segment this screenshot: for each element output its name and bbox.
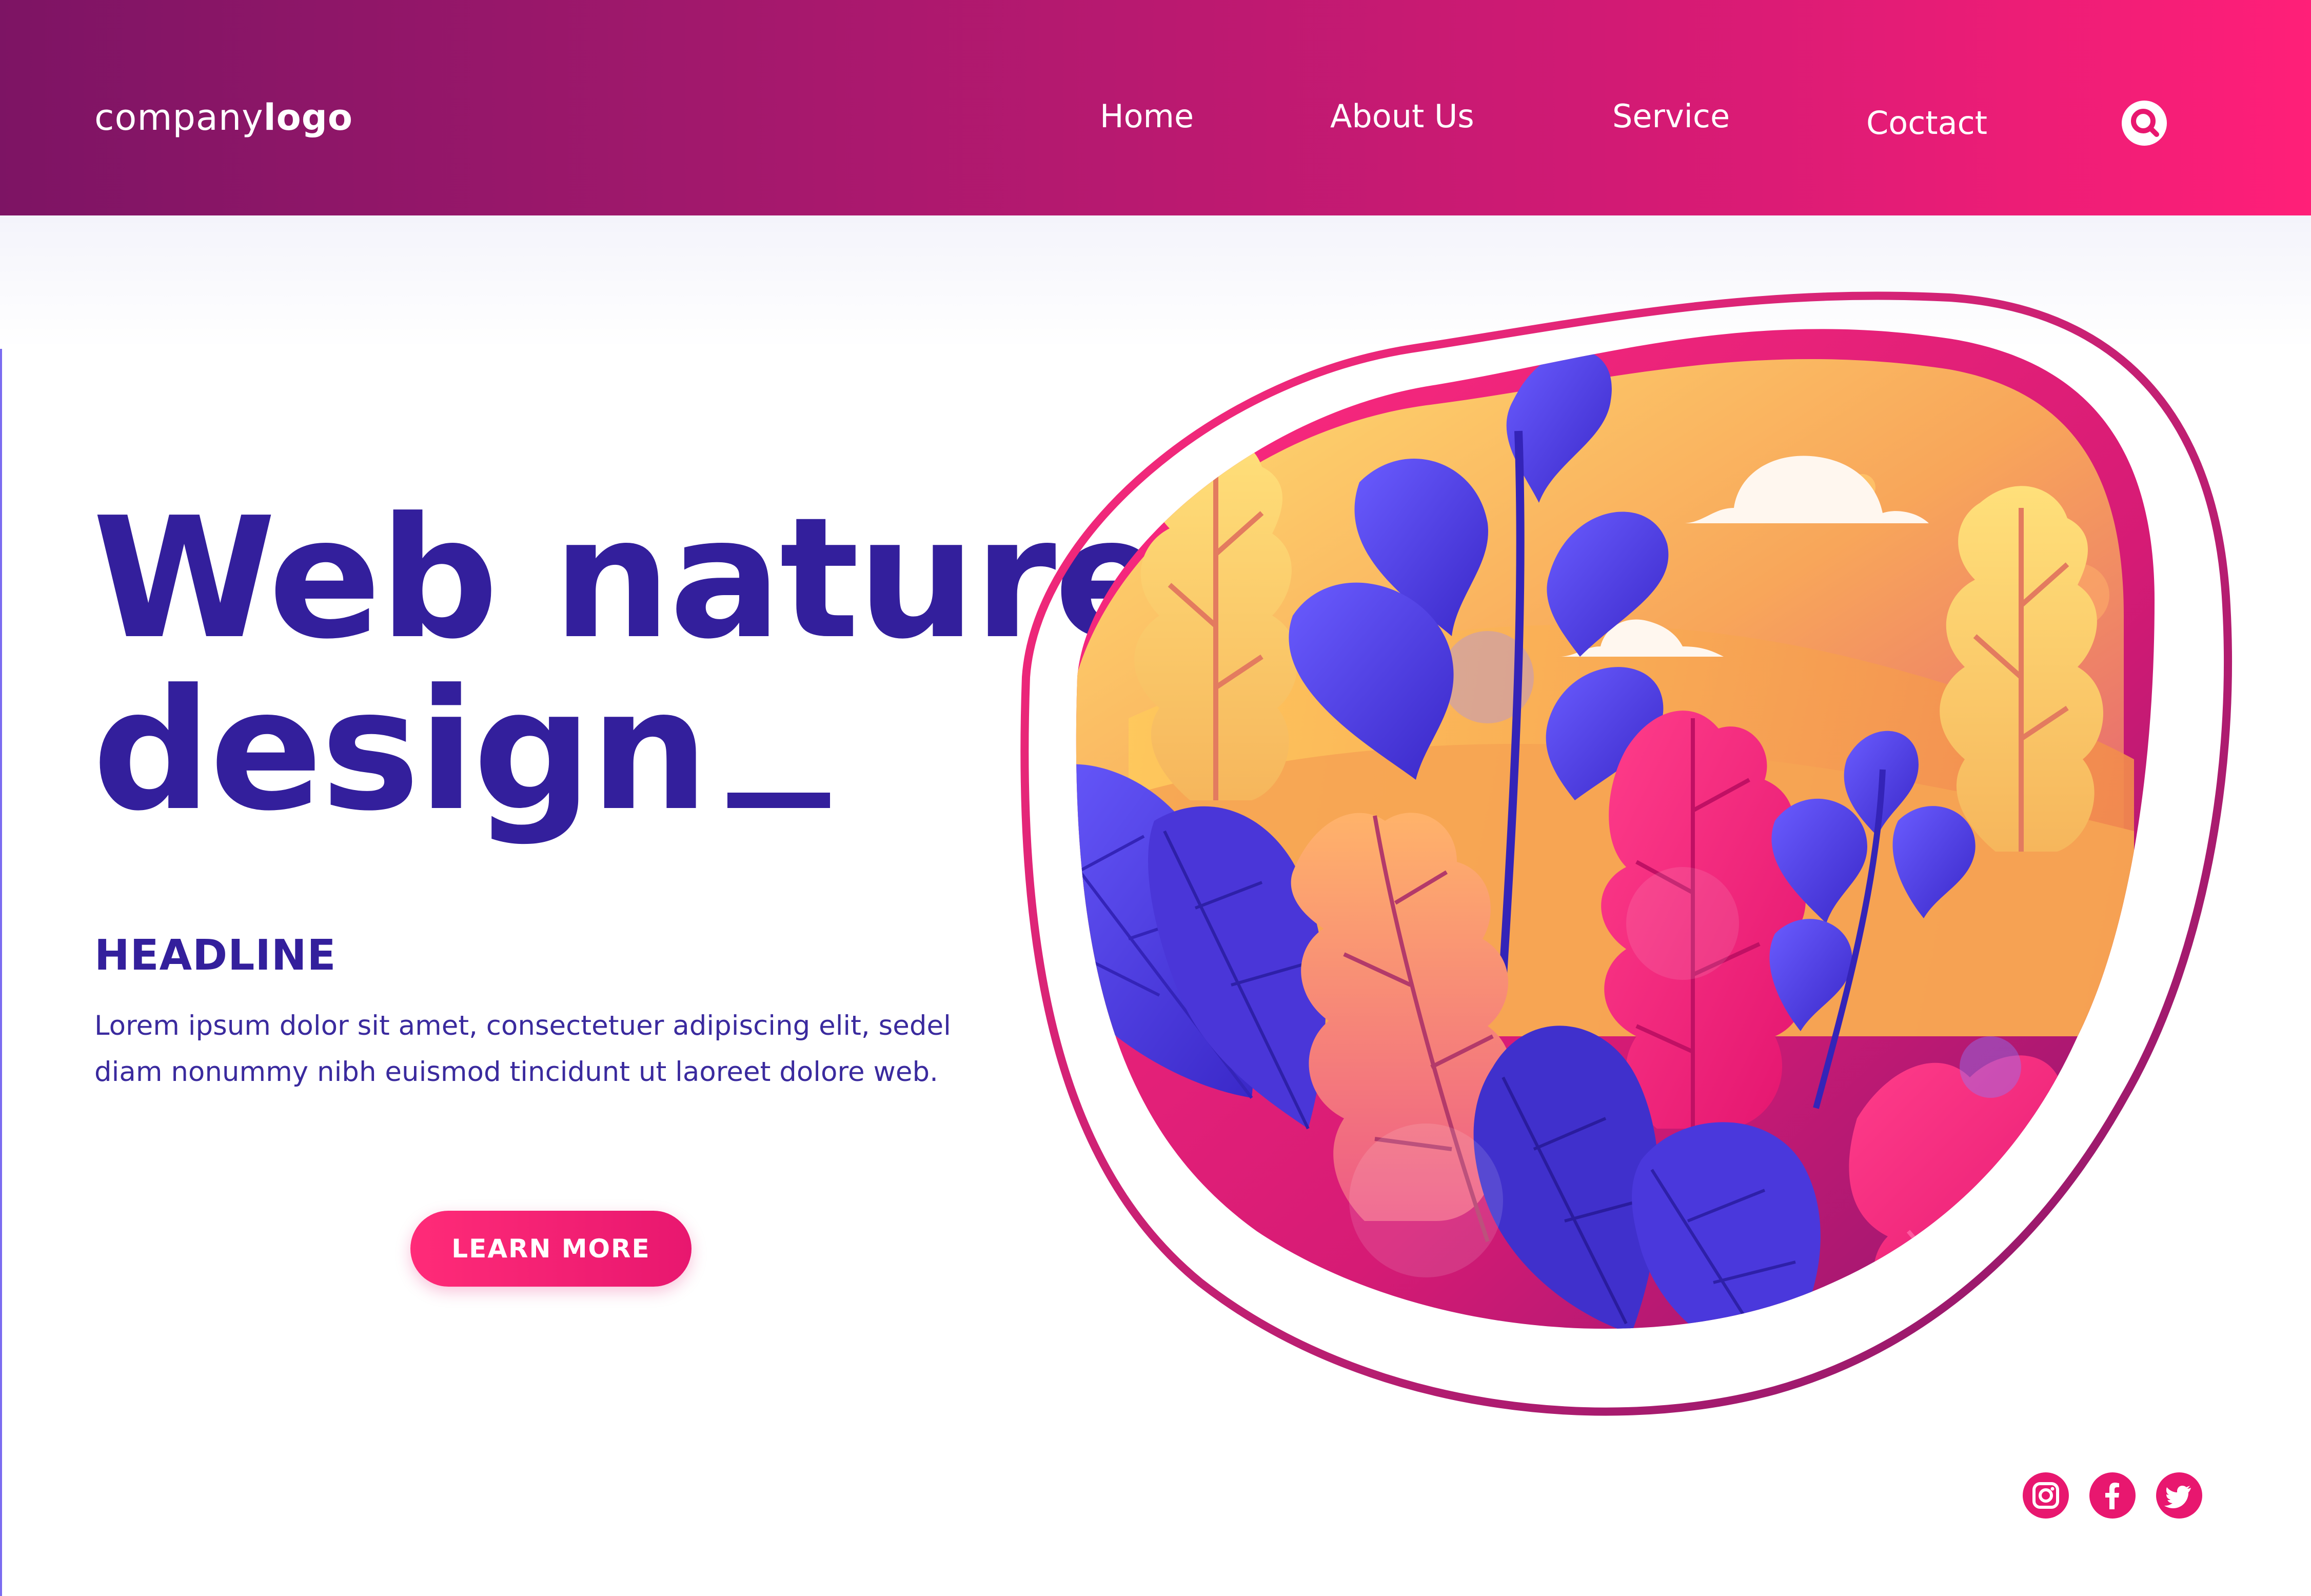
facebook-button[interactable] — [2089, 1472, 2136, 1519]
leaf-icon — [1940, 486, 2103, 852]
logo-regular-text: company — [94, 96, 264, 139]
twitter-button[interactable] — [2156, 1472, 2202, 1519]
logo-bold-text: logo — [263, 96, 353, 139]
nav-link-about-us[interactable]: About Us — [1330, 97, 1474, 135]
learn-more-button[interactable]: LEARN MORE — [410, 1211, 692, 1287]
leaf-icon — [1134, 435, 1298, 800]
hero-description-line-2: diam nonummy nibh euismod tincidunt ut l… — [94, 1056, 938, 1088]
hero-title-word: design — [92, 653, 709, 848]
landing-page: companylogo Home About Us Service Coctac… — [0, 0, 2311, 1596]
leaf-icon — [1849, 1055, 2112, 1329]
hero-description: Lorem ipsum dolor sit amet, consectetuer… — [94, 1003, 997, 1095]
company-logo[interactable]: companylogo — [94, 96, 353, 139]
search-button[interactable] — [2119, 97, 2170, 149]
typing-cursor — [727, 793, 830, 808]
instagram-icon — [2032, 1482, 2059, 1509]
nav-link-home[interactable]: Home — [1100, 97, 1194, 135]
nav-link-contact[interactable]: Coctact — [1866, 104, 1987, 142]
headline: HEADLINE — [94, 931, 337, 980]
instagram-button[interactable] — [2023, 1472, 2069, 1519]
top-navbar: companylogo Home About Us Service Coctac… — [0, 0, 2311, 215]
nature-illustration — [1020, 291, 2233, 1416]
search-icon — [2122, 101, 2167, 146]
twitter-icon — [2164, 1486, 2191, 1508]
nav-link-service[interactable]: Service — [1612, 97, 1730, 135]
facebook-icon — [2105, 1483, 2119, 1509]
hero-description-line-1: Lorem ipsum dolor sit amet, consectetuer… — [94, 1010, 951, 1041]
